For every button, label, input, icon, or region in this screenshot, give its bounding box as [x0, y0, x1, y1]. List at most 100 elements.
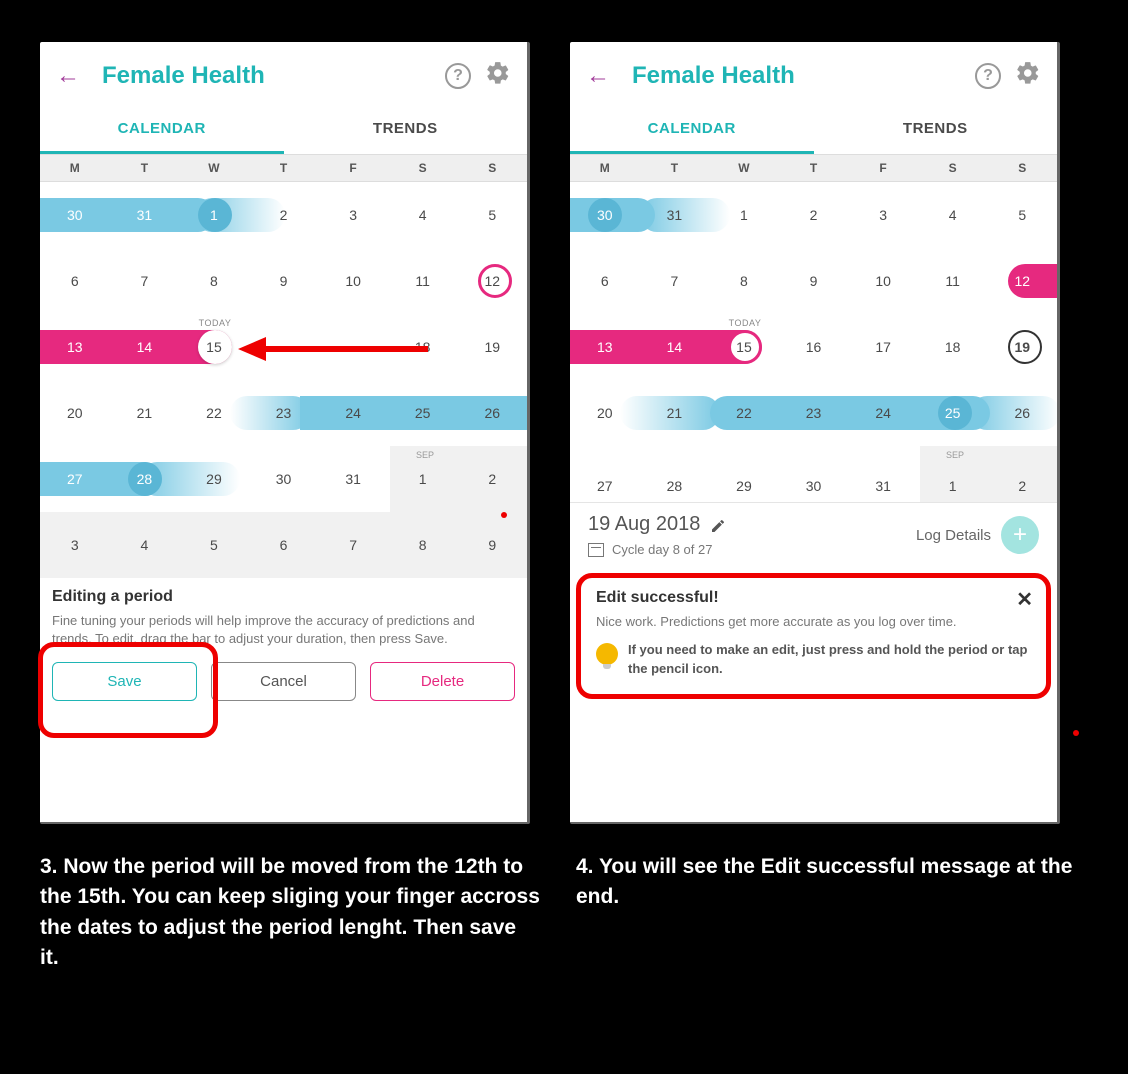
cal-day[interactable]: 28 — [110, 471, 180, 487]
cal-day[interactable]: 21 — [640, 405, 710, 421]
back-icon[interactable]: ← — [56, 62, 80, 90]
cal-day[interactable]: 2 — [249, 207, 319, 223]
cal-day[interactable]: 23 — [779, 405, 849, 421]
cal-day[interactable]: 12 — [457, 273, 527, 289]
page-title: Female Health — [102, 62, 431, 90]
cal-day[interactable]: 25 — [918, 405, 988, 421]
cal-day[interactable]: 31 — [318, 471, 388, 487]
cal-day[interactable]: 24 — [848, 405, 918, 421]
cal-day[interactable]: 8 — [709, 273, 779, 289]
tab-trends[interactable]: TRENDS — [814, 106, 1058, 154]
gear-icon[interactable] — [1015, 60, 1041, 92]
cal-day[interactable]: 18 — [918, 339, 988, 355]
cal-day[interactable]: 25 — [388, 405, 458, 421]
cal-day[interactable]: 13 — [40, 339, 110, 355]
cal-day[interactable]: 12 — [987, 273, 1057, 289]
editing-title: Editing a period — [52, 588, 515, 606]
cal-day[interactable]: 9 — [779, 273, 849, 289]
cal-day[interactable]: 4 — [388, 207, 458, 223]
cal-day[interactable]: 5 — [179, 537, 249, 553]
cal-day[interactable]: 16 — [779, 339, 849, 355]
caption-3: 3. Now the period will be moved from the… — [40, 852, 540, 974]
cal-day[interactable]: 29 — [179, 471, 249, 487]
cal-day[interactable]: 2 — [457, 471, 527, 487]
cal-day[interactable]: 10 — [318, 273, 388, 289]
month-label: SEP — [946, 450, 964, 460]
tab-calendar[interactable]: CALENDAR — [40, 106, 284, 154]
cal-day[interactable]: 11 — [388, 273, 458, 289]
cal-day[interactable]: 6 — [570, 273, 640, 289]
cal-day[interactable]: 19 — [457, 339, 527, 355]
cal-day[interactable]: 20 — [570, 405, 640, 421]
cal-day[interactable]: 1 — [388, 471, 458, 487]
cal-day[interactable]: 24 — [318, 405, 388, 421]
cal-day[interactable]: 2 — [987, 478, 1057, 494]
cal-day[interactable]: 1 — [179, 207, 249, 223]
cal-day[interactable]: 15 — [709, 339, 779, 355]
cal-day[interactable]: 1 — [918, 478, 988, 494]
cal-day[interactable]: 14 — [110, 339, 180, 355]
cal-day[interactable]: 10 — [848, 273, 918, 289]
cal-day[interactable]: 8 — [388, 537, 458, 553]
cal-day[interactable]: 7 — [640, 273, 710, 289]
cal-day[interactable]: 7 — [110, 273, 180, 289]
cal-day[interactable]: 3 — [318, 207, 388, 223]
cal-day[interactable]: 5 — [457, 207, 527, 223]
cal-day[interactable]: 9 — [457, 537, 527, 553]
cal-day[interactable]: 27 — [40, 471, 110, 487]
cal-day[interactable]: 31 — [848, 478, 918, 494]
gear-icon[interactable] — [485, 60, 511, 92]
delete-button[interactable]: Delete — [370, 662, 515, 701]
cal-day[interactable]: 3 — [40, 537, 110, 553]
cal-day[interactable]: 6 — [249, 537, 319, 553]
cal-day[interactable]: 26 — [457, 405, 527, 421]
cal-day[interactable]: 6 — [40, 273, 110, 289]
back-icon[interactable]: ← — [586, 62, 610, 90]
app-header: ← Female Health ? — [40, 42, 527, 106]
cal-day[interactable]: 4 — [110, 537, 180, 553]
cal-day[interactable]: 3 — [848, 207, 918, 223]
help-icon[interactable]: ? — [975, 63, 1001, 89]
cal-day[interactable]: 13 — [570, 339, 640, 355]
cal-day[interactable]: 30 — [570, 207, 640, 223]
cal-day[interactable]: 31 — [110, 207, 180, 223]
cal-day[interactable]: 8 — [179, 273, 249, 289]
cal-day[interactable]: 27 — [570, 478, 640, 494]
cancel-button[interactable]: Cancel — [211, 662, 356, 701]
help-icon[interactable]: ? — [445, 63, 471, 89]
cal-day[interactable]: 7 — [318, 537, 388, 553]
save-button[interactable]: Save — [52, 662, 197, 701]
cal-day[interactable]: 30 — [40, 207, 110, 223]
cal-day[interactable]: 30 — [249, 471, 319, 487]
calendar-grid[interactable]: 30 31 1 2 3 4 5 6 7 8 9 10 11 12 TODA — [40, 182, 527, 578]
cal-day[interactable]: 23 — [249, 405, 319, 421]
cal-day[interactable]: 4 — [918, 207, 988, 223]
log-details[interactable]: Log Details + — [916, 516, 1039, 554]
cal-day[interactable]: 28 — [640, 478, 710, 494]
cal-day[interactable]: 14 — [640, 339, 710, 355]
cal-day[interactable]: 9 — [249, 273, 319, 289]
dow: S — [457, 155, 527, 181]
tab-trends[interactable]: TRENDS — [284, 106, 528, 154]
pencil-icon[interactable] — [710, 517, 726, 533]
plus-icon[interactable]: + — [1001, 516, 1039, 554]
cal-day[interactable]: 20 — [40, 405, 110, 421]
cal-day[interactable]: 21 — [110, 405, 180, 421]
cal-day[interactable]: 5 — [987, 207, 1057, 223]
cal-day[interactable]: 26 — [987, 405, 1057, 421]
cal-day[interactable]: 30 — [779, 478, 849, 494]
cal-day[interactable]: 22 — [709, 405, 779, 421]
cal-day[interactable]: 22 — [179, 405, 249, 421]
calendar-grid[interactable]: 30 31 1 2 3 4 5 6 7 8 9 10 11 12 TODA — [570, 182, 1057, 502]
tab-calendar[interactable]: CALENDAR — [570, 106, 814, 154]
cal-day[interactable]: 11 — [918, 273, 988, 289]
cal-day[interactable]: 19 — [987, 339, 1057, 355]
close-icon[interactable]: ✕ — [1016, 587, 1033, 612]
cal-day[interactable]: 1 — [709, 207, 779, 223]
log-details-label: Log Details — [916, 527, 991, 544]
success-subtitle: Nice work. Predictions get more accurate… — [596, 613, 1031, 631]
cal-day[interactable]: 31 — [640, 207, 710, 223]
cal-day[interactable]: 29 — [709, 478, 779, 494]
cal-day[interactable]: 17 — [848, 339, 918, 355]
cal-day[interactable]: 2 — [779, 207, 849, 223]
